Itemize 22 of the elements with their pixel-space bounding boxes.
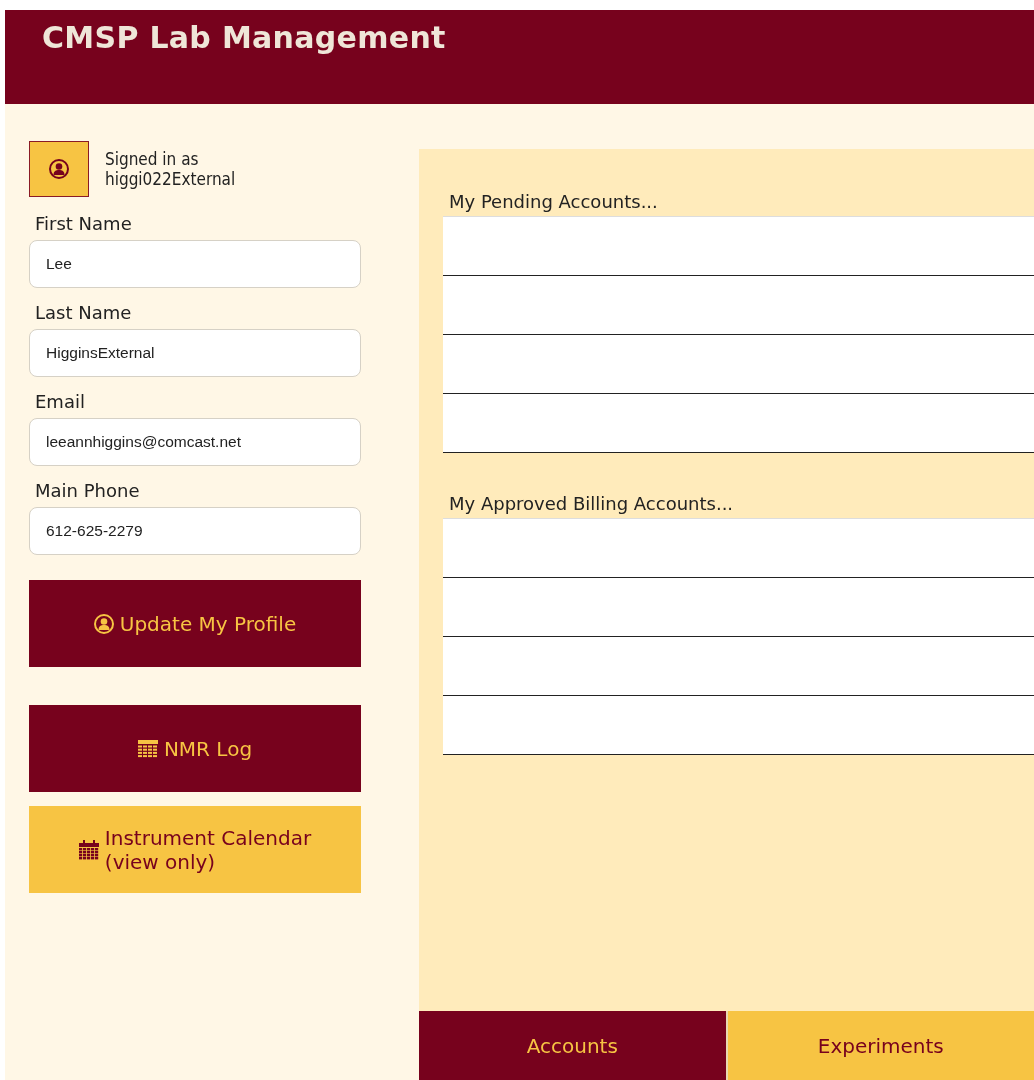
signed-in-label: Signed in as — [105, 149, 200, 169]
tab[interactable]: Accounts — [419, 1011, 726, 1080]
calendar-icon — [78, 839, 99, 860]
nav-button[interactable]: Update My Profile — [29, 580, 361, 667]
field-label: Main Phone — [35, 480, 141, 501]
tab[interactable]: Experiments — [725, 1011, 1034, 1080]
table-heading: My Approved Billing Accounts... — [449, 493, 735, 514]
field-label: First Name — [35, 213, 133, 234]
table-heading: My Pending Accounts... — [449, 191, 659, 212]
app-title: CMSP Lab Management — [42, 20, 447, 55]
user-icon — [93, 613, 114, 634]
nav-button[interactable]: NMR Log — [29, 705, 361, 792]
nav-button[interactable]: Instrument Calendar (view only) — [29, 806, 361, 893]
user-icon — [49, 159, 69, 179]
input-field[interactable]: leeannhiggins@comcast.net — [29, 418, 361, 466]
field-label: Email — [35, 391, 86, 412]
input-field[interactable]: 612-625-2279 — [29, 507, 361, 555]
input-field[interactable]: Lee — [29, 240, 361, 288]
field-label: Last Name — [35, 302, 133, 323]
input-field[interactable]: HigginsExternal — [29, 329, 361, 377]
username: higgi022External — [105, 169, 236, 189]
table-icon — [137, 739, 158, 758]
